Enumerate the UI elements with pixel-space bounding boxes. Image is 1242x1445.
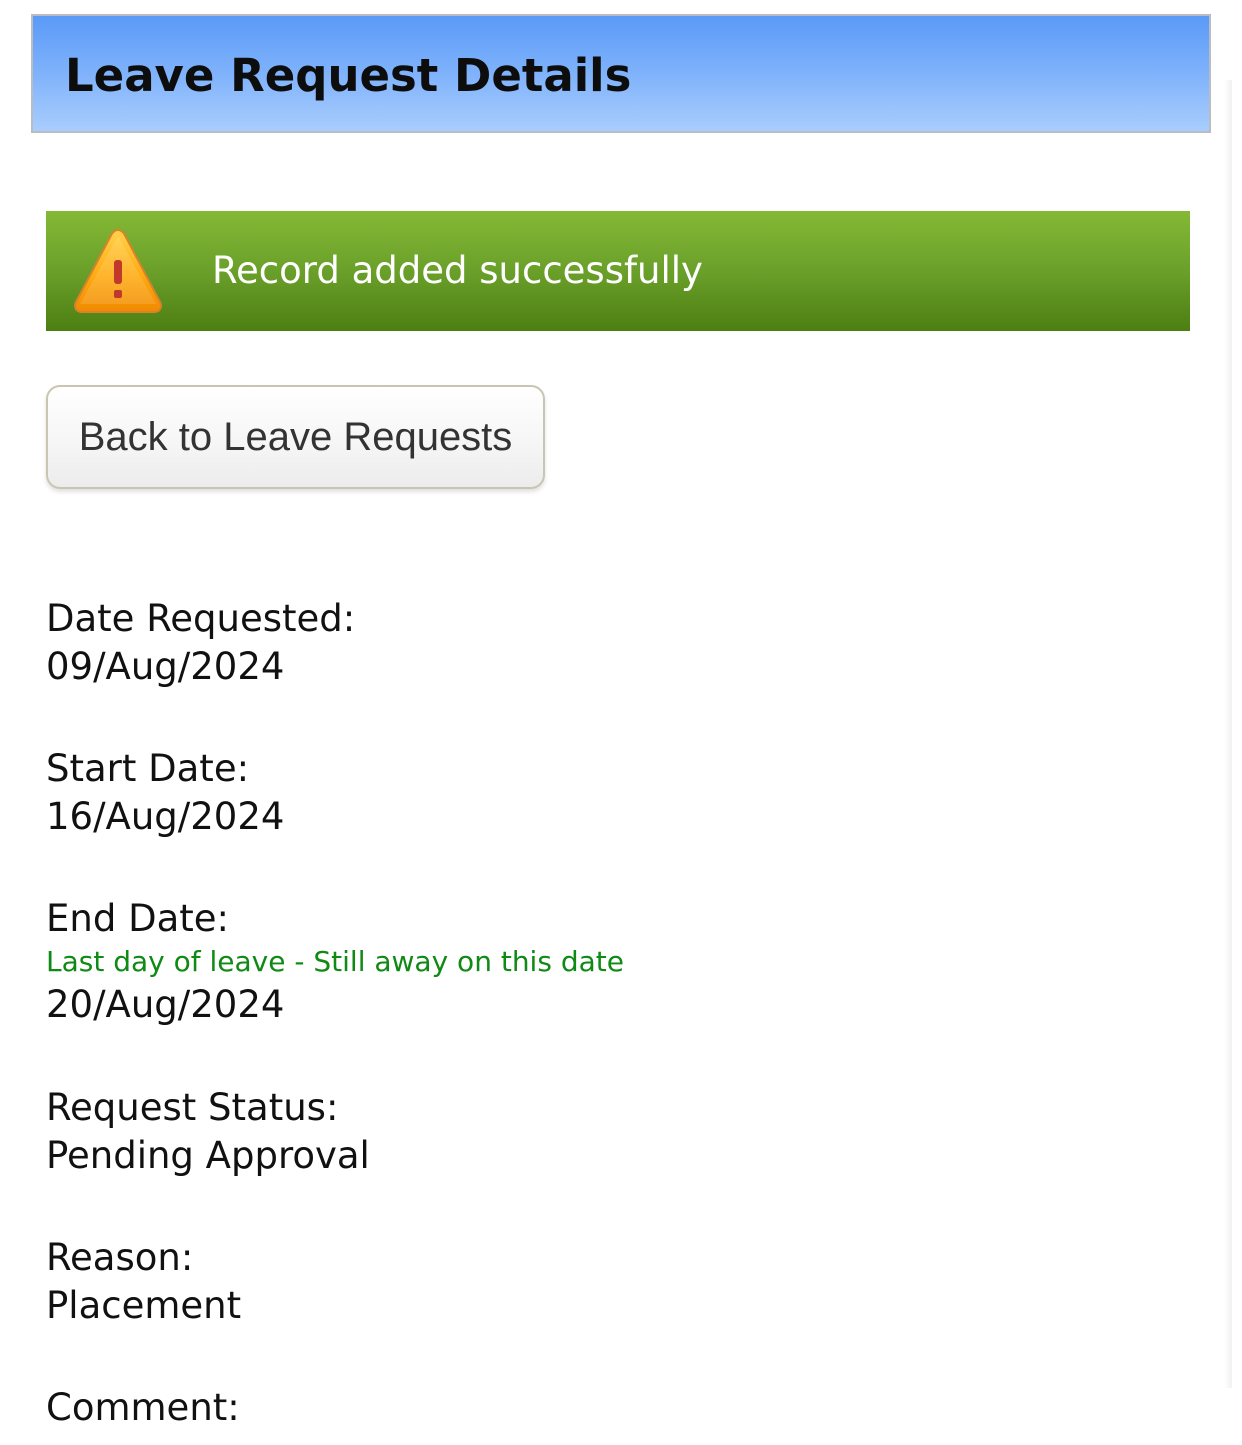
warning-icon (74, 228, 162, 313)
date-requested-label: Date Requested: (46, 597, 356, 640)
reason-value: Placement (46, 1284, 242, 1327)
alert-message: Record added successfully (212, 249, 703, 292)
request-status-label: Request Status: (46, 1086, 339, 1129)
comment-label: Comment: (46, 1386, 240, 1429)
end-date-label: End Date: (46, 897, 229, 940)
start-date-label: Start Date: (46, 747, 250, 790)
start-date-value: 16/Aug/2024 (46, 795, 285, 838)
request-status-value: Pending Approval (46, 1134, 370, 1177)
end-date-field: End Date: Last day of leave - Still away… (46, 895, 624, 1029)
reason-field: Reason: Placement (46, 1234, 241, 1330)
right-edge-shadow (1224, 80, 1232, 1388)
start-date-field: Start Date: 16/Aug/2024 (46, 745, 284, 841)
comment-field: Comment: (46, 1384, 240, 1432)
reason-label: Reason: (46, 1236, 194, 1279)
date-requested-field: Date Requested: 09/Aug/2024 (46, 595, 355, 691)
back-to-leave-requests-button[interactable]: Back to Leave Requests (46, 385, 545, 489)
date-requested-value: 09/Aug/2024 (46, 645, 285, 688)
end-date-hint: Last day of leave - Still away on this d… (46, 945, 624, 978)
end-date-value: 20/Aug/2024 (46, 983, 285, 1026)
request-status-field: Request Status: Pending Approval (46, 1084, 370, 1180)
page-title: Leave Request Details (65, 49, 632, 102)
success-alert: Record added successfully (46, 211, 1190, 331)
page-header: Leave Request Details (31, 14, 1211, 133)
